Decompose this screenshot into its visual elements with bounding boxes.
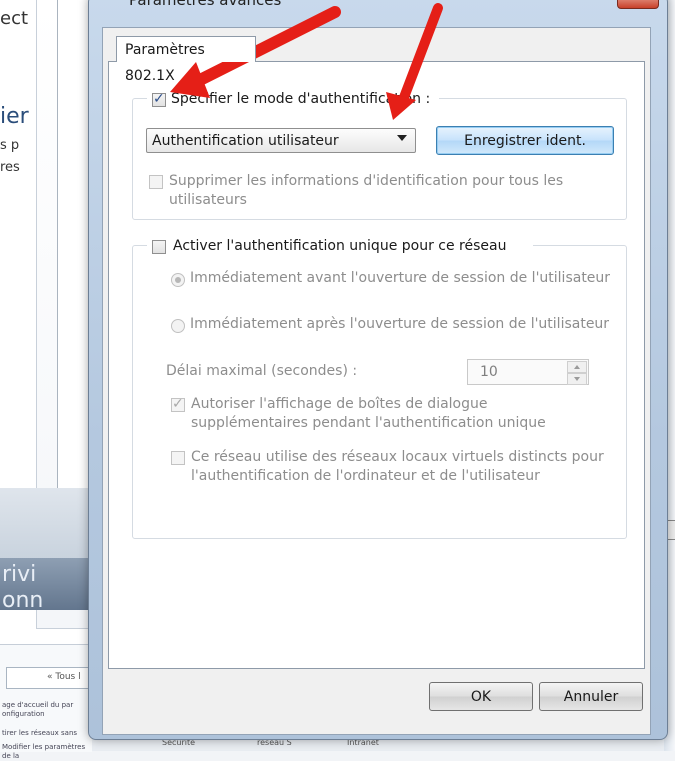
auth-mode-select[interactable]: Authentification utilisateur bbox=[146, 128, 416, 153]
radio-after-logon-label: Immédiatement après l'ouverture de sessi… bbox=[190, 316, 610, 332]
delete-credentials-label-2: utilisateurs bbox=[169, 192, 247, 208]
max-delay-label: Délai maximal (secondes) : bbox=[166, 363, 358, 379]
ok-button[interactable]: OK bbox=[429, 682, 533, 711]
dialog-title: Paramètres avancés bbox=[129, 0, 282, 9]
allow-dialogs-label: Autoriser l'affichage de boîtes de dialo… bbox=[191, 396, 488, 412]
allow-dialogs-label-2: supplémentaires pendant l'authentificati… bbox=[191, 415, 546, 431]
chevron-down-icon bbox=[397, 135, 407, 141]
bg-text: res bbox=[0, 160, 20, 175]
background-band bbox=[0, 488, 92, 558]
separate-vlan-label: Ce réseau utilise des réseaux locaux vir… bbox=[191, 449, 604, 465]
bg-text: rivi bbox=[2, 562, 37, 587]
max-delay-spinner[interactable]: 10 bbox=[467, 359, 589, 385]
radio-after-logon[interactable] bbox=[171, 319, 185, 333]
specify-auth-mode-checkbox[interactable] bbox=[152, 91, 166, 107]
background-dark-band: rivi onn bbox=[0, 558, 92, 613]
explorer-nav-item: Modifier les paramètres de la bbox=[2, 743, 86, 760]
sso-group bbox=[132, 245, 627, 539]
max-delay-value: 10 bbox=[480, 364, 498, 380]
specify-auth-mode-label: Spécifier le mode d'authentification : bbox=[171, 91, 431, 107]
advanced-settings-dialog: Paramètres avancés Paramètres 802.1X Spé… bbox=[88, 0, 668, 740]
radio-before-logon-label: Immédiatement avant l'ouverture de sessi… bbox=[190, 270, 611, 286]
enable-sso-label: Activer l'authentification unique pour c… bbox=[173, 238, 507, 254]
tab-8021x[interactable]: Paramètres 802.1X bbox=[116, 36, 256, 84]
cancel-button[interactable]: Annuler bbox=[539, 682, 643, 711]
auth-mode-select-value: Authentification utilisateur bbox=[152, 133, 339, 149]
explorer-nav-item: tirer les réseaux sans bbox=[2, 729, 78, 737]
spinner-up-icon[interactable] bbox=[567, 361, 587, 373]
radio-before-logon[interactable] bbox=[171, 273, 185, 287]
bg-text: s p bbox=[0, 138, 20, 153]
spinner-down-icon[interactable] bbox=[567, 373, 587, 385]
background-explorer: « Tous l age d'accueil du par onfigurati… bbox=[0, 644, 94, 760]
delete-credentials-checkbox[interactable] bbox=[149, 175, 163, 189]
bg-text: ier bbox=[0, 104, 29, 129]
enable-sso-checkbox[interactable] bbox=[152, 240, 166, 254]
delete-credentials-label: Supprimer les informations d'identificat… bbox=[169, 173, 564, 189]
separate-vlan-checkbox[interactable] bbox=[171, 451, 185, 465]
tab-panel: Spécifier le mode d'authentification : A… bbox=[108, 61, 645, 669]
allow-dialogs-checkbox[interactable] bbox=[171, 396, 185, 412]
separate-vlan-label-2: l'authentification de l'ordinateur et de… bbox=[191, 468, 540, 484]
explorer-address-bar: « Tous l bbox=[6, 667, 94, 689]
explorer-nav-item: onfiguration bbox=[2, 710, 45, 718]
dialog-client-area: Paramètres 802.1X Spécifier le mode d'au… bbox=[102, 27, 651, 735]
save-credentials-button[interactable]: Enregistrer ident. bbox=[436, 126, 614, 155]
explorer-nav-item: age d'accueil du par bbox=[2, 701, 74, 709]
bg-text: ect bbox=[0, 8, 29, 29]
bg-text: onn bbox=[2, 588, 44, 613]
close-button[interactable] bbox=[617, 0, 659, 9]
